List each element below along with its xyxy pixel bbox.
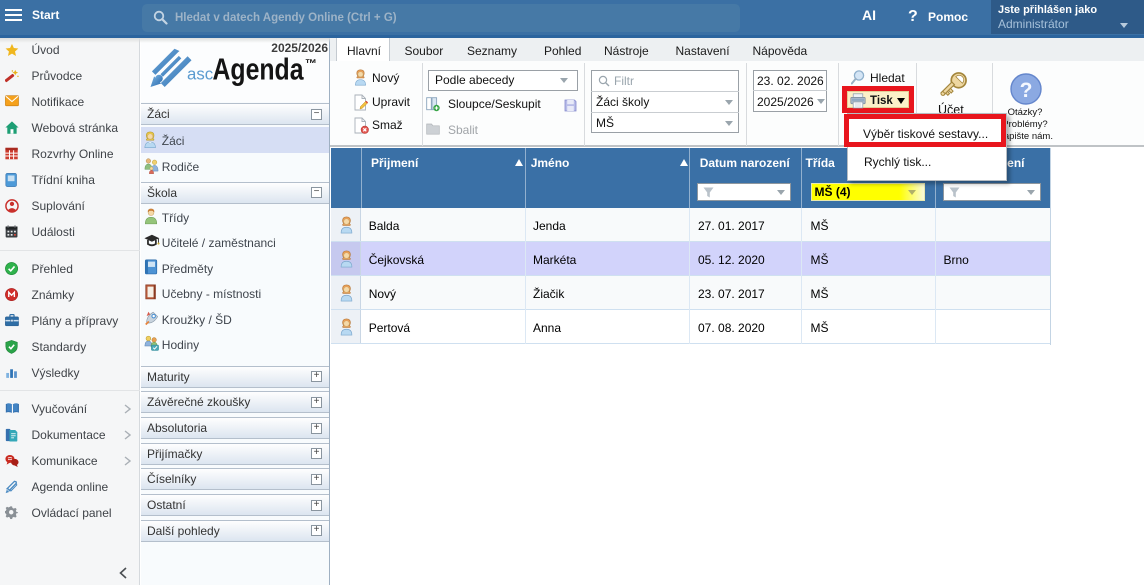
svg-text:™: ™ (305, 57, 317, 71)
svg-text:?: ? (1020, 79, 1033, 102)
svg-text:asc: asc (187, 64, 213, 83)
svg-text:Agenda: Agenda (213, 51, 305, 86)
